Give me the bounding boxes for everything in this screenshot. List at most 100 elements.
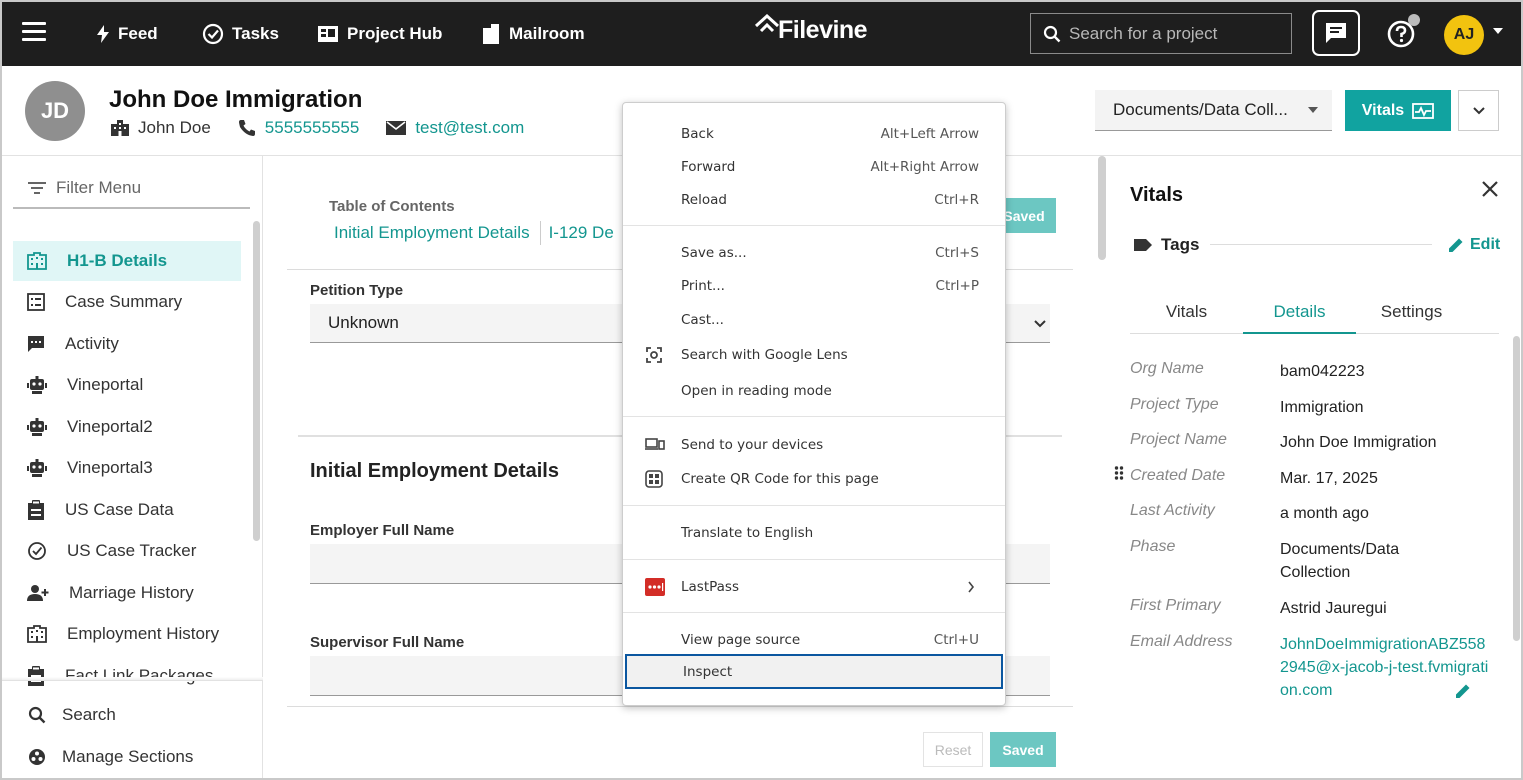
menu-item-shortcut: Alt+Right Arrow — [870, 159, 979, 175]
context-menu-reload[interactable]: Reload Ctrl+R — [623, 185, 1005, 215]
sidebar-item-us-case-tracker[interactable]: US Case Tracker — [13, 531, 241, 571]
tags-header: Tags — [1133, 235, 1199, 255]
reset-button[interactable]: Reset — [923, 732, 983, 767]
notification-dot — [1408, 14, 1420, 26]
more-options-button[interactable] — [1458, 90, 1499, 131]
help-button[interactable] — [1384, 14, 1420, 52]
chat-button[interactable] — [1312, 10, 1360, 56]
context-menu-reading-mode[interactable]: Open in reading mode — [623, 376, 1005, 406]
user-menu-caret-icon[interactable] — [1493, 28, 1503, 34]
detail-value: Documents/Data Collection — [1280, 541, 1400, 581]
robot-icon — [27, 376, 57, 394]
nav-project-hub[interactable]: Project Hub — [317, 20, 442, 48]
phase-dropdown[interactable]: Documents/Data Coll... — [1095, 90, 1332, 131]
vitals-panel-title: Vitals — [1130, 184, 1183, 206]
main-scrollbar[interactable] — [1098, 156, 1106, 260]
toc-link-initial-employment[interactable]: Initial Employment Details — [334, 223, 530, 245]
manage-sections-button[interactable]: Manage Sections — [28, 742, 193, 772]
menu-separator — [623, 225, 1005, 226]
toc-separator — [539, 221, 541, 245]
sidebar-item-activity[interactable]: Activity — [13, 324, 241, 364]
phase-dropdown-value: Documents/Data Coll... — [1113, 100, 1288, 119]
saved-button[interactable]: Saved — [990, 732, 1056, 767]
context-menu-view-source[interactable]: View page source Ctrl+U — [623, 625, 1005, 655]
top-navigation-bar: Feed Tasks Project Hub Mailroom Filevine — [2, 2, 1521, 66]
active-tab-indicator — [1243, 332, 1356, 334]
supervisor-name-label: Supervisor Full Name — [310, 634, 465, 651]
context-menu-send-to-devices[interactable]: Send to your devices — [623, 430, 1005, 460]
hamburger-menu-icon[interactable] — [22, 22, 46, 44]
clipboard-icon — [27, 666, 55, 686]
sidebar-item-h1-b-details[interactable]: H1-B Details — [13, 241, 241, 281]
context-menu-save-as[interactable]: Save as... Ctrl+S — [623, 238, 1005, 268]
nav-mailroom[interactable]: Mailroom — [481, 20, 585, 48]
pencil-icon[interactable] — [1453, 681, 1473, 701]
menu-separator — [623, 612, 1005, 613]
edit-tags-button[interactable]: Edit — [1446, 235, 1500, 255]
sidebar-item-vineportal[interactable]: Vineportal — [13, 365, 241, 405]
sidebar-item-vineportal3[interactable]: Vineportal3 — [13, 448, 241, 488]
google-lens-icon — [646, 347, 662, 363]
detail-key: Email Address — [1130, 633, 1233, 650]
chevron-right-icon — [968, 581, 975, 593]
nav-mailroom-label: Mailroom — [509, 24, 585, 43]
context-menu-inspect[interactable]: Inspect — [625, 654, 1003, 689]
nav-feed[interactable]: Feed — [96, 20, 158, 48]
tab-settings[interactable]: Settings — [1355, 302, 1468, 322]
chat-icon — [1326, 23, 1346, 43]
context-menu-forward[interactable]: Forward Alt+Right Arrow — [623, 152, 1005, 182]
tab-details[interactable]: Details — [1243, 302, 1356, 322]
sidebar-item-label: Case Summary — [65, 292, 183, 311]
context-menu-google-lens[interactable]: Search with Google Lens — [623, 340, 1005, 370]
sidebar-item-vineportal2[interactable]: Vineportal2 — [13, 407, 241, 447]
toc-links: Initial Employment Details I-129 De — [334, 221, 614, 245]
nav-tasks[interactable]: Tasks — [202, 20, 279, 48]
sidebar-search-button[interactable]: Search — [28, 700, 116, 730]
project-hub-icon — [318, 26, 338, 42]
project-search-input[interactable] — [1069, 23, 1279, 44]
email-address[interactable]: test@test.com — [385, 118, 524, 138]
toc-link-i129[interactable]: I-129 De — [549, 223, 614, 245]
menu-item-label: Send to your devices — [681, 437, 824, 453]
sidebar-scrollbar[interactable] — [253, 221, 260, 541]
sidebar-item-us-case-data[interactable]: US Case Data — [13, 490, 241, 530]
petition-type-value: Unknown — [328, 313, 399, 332]
sidebar-item-label: Activity — [65, 334, 119, 353]
tab-vitals[interactable]: Vitals — [1130, 302, 1243, 322]
sidebar-item-marriage-history[interactable]: Marriage History — [13, 573, 241, 613]
context-menu-translate[interactable]: Translate to English — [623, 518, 1005, 548]
browser-context-menu: Back Alt+Left Arrow Forward Alt+Right Ar… — [622, 102, 1006, 706]
filevine-logo[interactable]: Filevine — [754, 13, 868, 45]
qr-code-icon — [645, 470, 663, 488]
context-menu-print[interactable]: Print... Ctrl+P — [623, 271, 1005, 301]
sidebar-item-case-summary[interactable]: Case Summary — [13, 282, 241, 322]
sidebar-item-fact-link-packages[interactable]: Fact Link Packages — [13, 656, 241, 696]
filter-menu[interactable]: Filter Menu — [28, 178, 141, 198]
client-name[interactable]: John Doe — [110, 118, 211, 138]
list-box-icon — [27, 293, 55, 311]
project-search-box[interactable] — [1030, 13, 1292, 54]
context-menu-qr-code[interactable]: Create QR Code for this page — [623, 464, 1005, 494]
detail-key: Project Name — [1130, 431, 1227, 448]
close-icon[interactable] — [1480, 179, 1500, 199]
filter-underline — [13, 207, 250, 209]
menu-item-label: Forward — [681, 159, 736, 175]
context-menu-back[interactable]: Back Alt+Left Arrow — [623, 119, 1005, 149]
detail-key: First Primary — [1130, 597, 1221, 614]
sidebar-item-label: Marriage History — [69, 583, 194, 602]
context-menu-lastpass[interactable]: LastPass — [623, 572, 1005, 602]
phone-icon — [238, 120, 255, 136]
phone-number[interactable]: 5555555555 — [237, 118, 359, 138]
vitals-button[interactable]: Vitals — [1345, 90, 1451, 131]
check-circle-icon — [27, 541, 57, 561]
context-menu-cast[interactable]: Cast... — [623, 305, 1005, 335]
email-address-text: test@test.com — [415, 118, 525, 137]
sidebar-item-employment-history[interactable]: Employment History — [13, 614, 241, 654]
client-building-icon — [111, 120, 129, 136]
mail-icon — [386, 121, 407, 135]
drag-handle-icon[interactable] — [1114, 465, 1124, 481]
sidebar-item-label: US Case Data — [65, 500, 174, 519]
detail-key: Last Activity — [1130, 502, 1215, 519]
user-avatar[interactable]: AJ — [1444, 15, 1484, 55]
vitals-panel-scrollbar[interactable] — [1513, 336, 1520, 641]
